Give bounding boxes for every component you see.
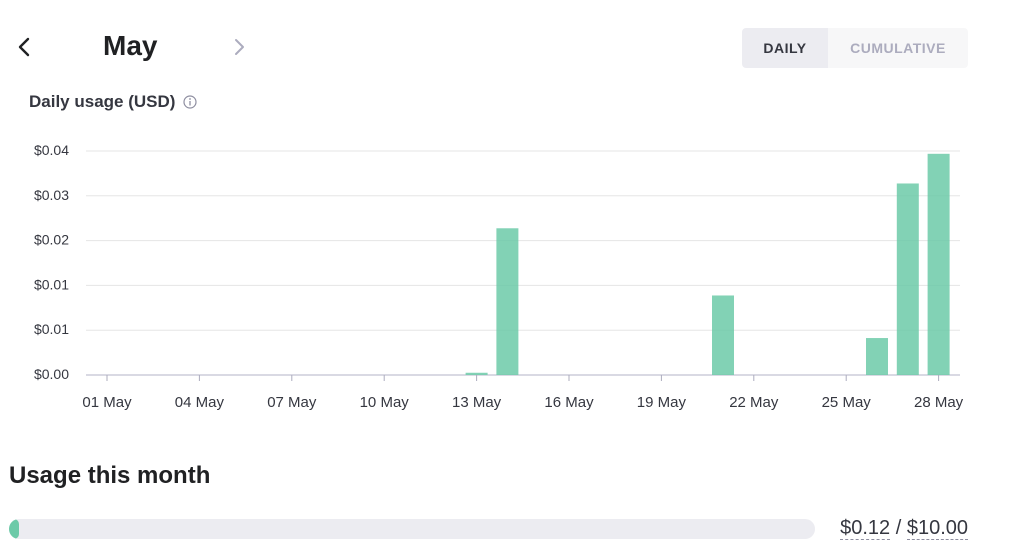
usage-bar[interactable] (896, 183, 919, 375)
x-tick-label: 22 May (729, 394, 779, 411)
next-month-button[interactable] (225, 32, 253, 62)
usage-bar[interactable] (866, 338, 888, 375)
x-tick-label: 16 May (544, 394, 594, 411)
x-tick-label: 25 May (822, 394, 872, 411)
usage-bar[interactable] (712, 295, 734, 375)
cumulative-toggle-button[interactable]: CUMULATIVE (828, 28, 968, 68)
usage-amount: $0.12 / $10.00 (840, 517, 968, 540)
daily-toggle-button[interactable]: DAILY (742, 28, 828, 68)
x-tick-label: 10 May (360, 394, 410, 411)
y-tick-label: $0.01 (34, 321, 69, 337)
chevron-right-icon (235, 39, 244, 55)
y-tick-label: $0.01 (34, 276, 69, 292)
info-icon[interactable] (183, 95, 198, 109)
previous-month-button[interactable] (10, 32, 38, 62)
usage-progress-fill (9, 519, 19, 539)
y-tick-label: $0.04 (34, 142, 69, 158)
x-tick-label: 28 May (914, 394, 964, 411)
y-tick-label: $0.03 (34, 187, 69, 203)
x-tick-label: 01 May (82, 394, 132, 411)
usage-title: Usage this month (9, 462, 211, 489)
x-tick-label: 13 May (452, 394, 502, 411)
chevron-left-icon (18, 37, 30, 57)
x-tick-label: 19 May (637, 394, 687, 411)
month-title: May (103, 30, 158, 61)
usage-bar[interactable] (496, 228, 519, 375)
view-toggle: DAILY CUMULATIVE (742, 28, 968, 68)
x-tick-label: 07 May (267, 394, 317, 411)
chart-title: Daily usage (USD) (29, 92, 176, 111)
usage-bar[interactable] (927, 153, 950, 375)
usage-separator: / (890, 517, 907, 539)
usage-limit[interactable]: $10.00 (906, 517, 968, 540)
chart-heading: Daily usage (USD) (29, 92, 198, 112)
daily-usage-chart: $0.00 $0.01 $0.01 $0.02 $0.03 $0.04 01 May 04 M… (34, 142, 964, 411)
x-tick-label: 04 May (175, 394, 225, 411)
usage-progress-bar (9, 519, 815, 539)
usage-used[interactable]: $0.12 (840, 517, 891, 540)
y-tick-label: $0.02 (34, 232, 69, 248)
y-tick-label: $0.00 (34, 366, 69, 382)
usage-bar[interactable] (465, 372, 488, 375)
